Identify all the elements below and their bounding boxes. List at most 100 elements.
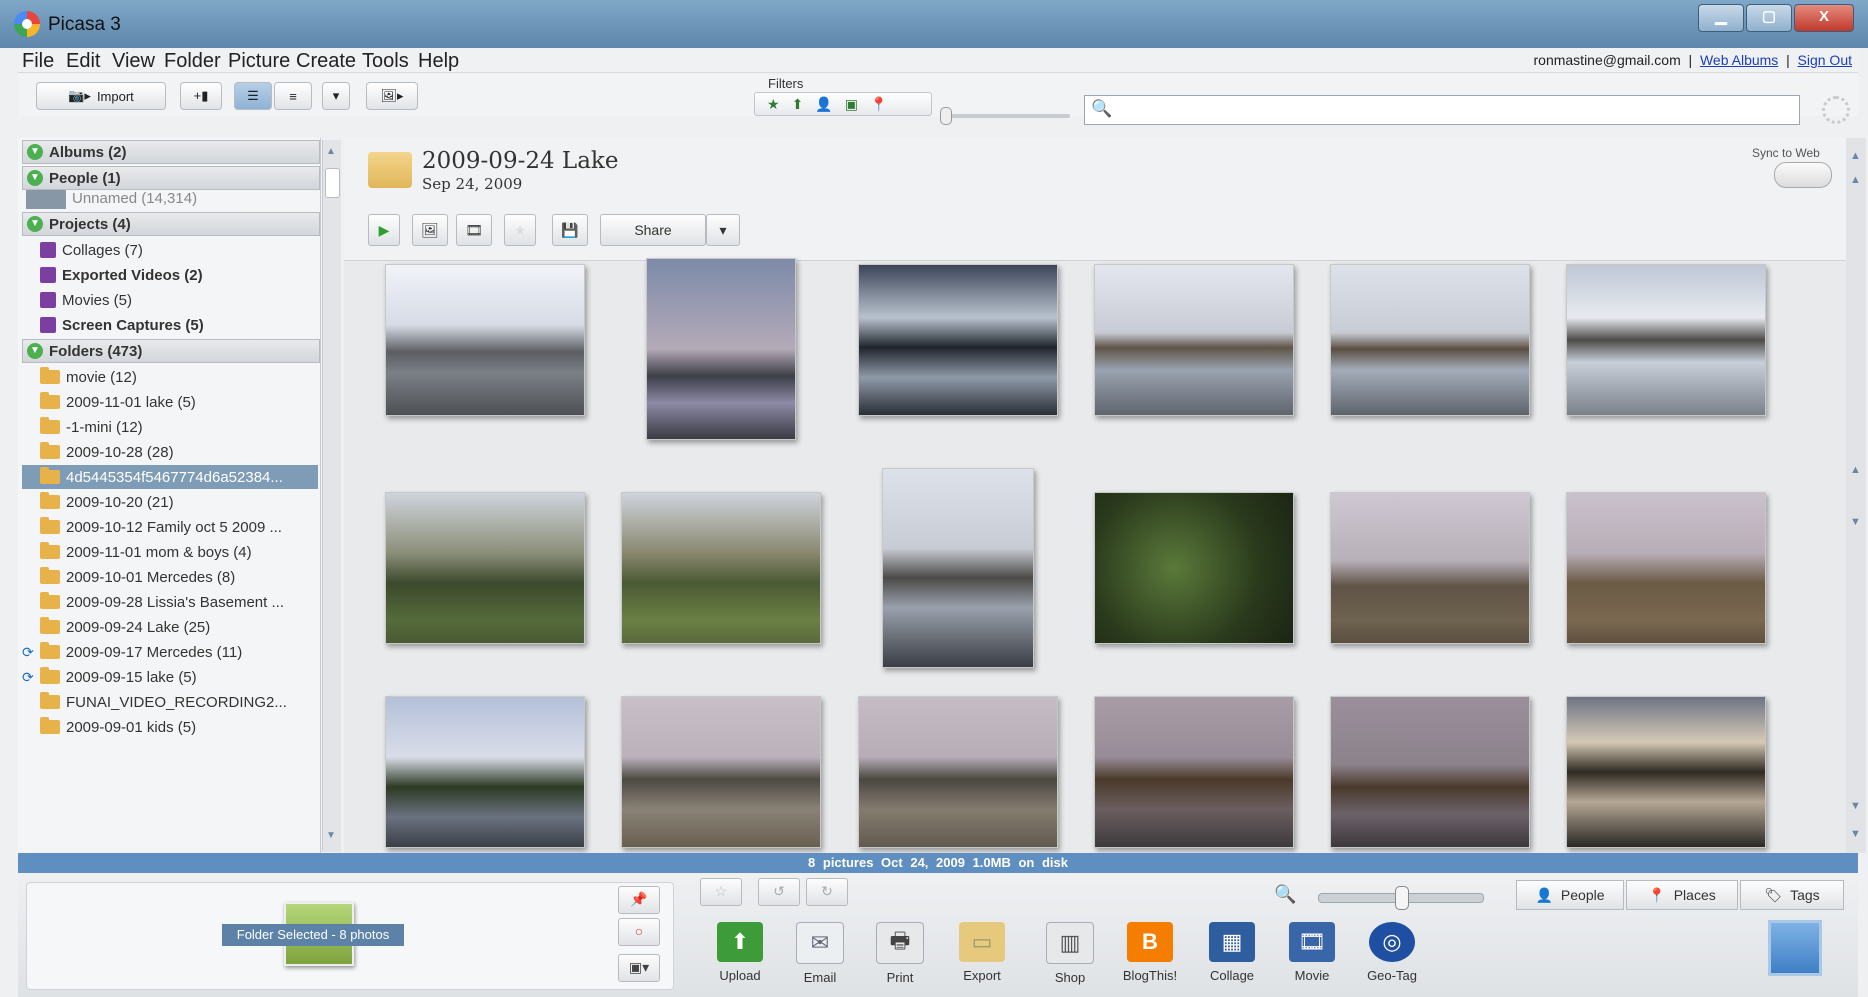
- people-section-header[interactable]: ▼ People (1): [22, 166, 320, 190]
- scroll-down-icon[interactable]: ▼: [326, 830, 336, 841]
- scroll-top-icon[interactable]: ▲: [1850, 150, 1861, 162]
- collapse-icon[interactable]: ▼: [27, 144, 43, 160]
- menu-create[interactable]: Create: [296, 50, 356, 73]
- thumbnail-size-slider[interactable]: [1318, 886, 1484, 910]
- web-albums-link[interactable]: Web Albums: [1700, 52, 1778, 68]
- hold-pin-button[interactable]: 📌: [618, 886, 660, 914]
- project-item[interactable]: Screen Captures (5): [40, 313, 204, 337]
- maximize-button[interactable]: ▢: [1746, 4, 1792, 32]
- clear-button[interactable]: ○: [618, 918, 660, 946]
- places-panel-button[interactable]: 📍 Places: [1626, 880, 1738, 910]
- detail-view-button[interactable]: ≡: [274, 82, 312, 110]
- photo-thumbnail[interactable]: [646, 258, 796, 440]
- list-view-button[interactable]: ☰: [234, 82, 272, 110]
- folder-item[interactable]: 2009-10-28 (28): [40, 440, 174, 464]
- photo-thumbnail[interactable]: [1330, 264, 1530, 416]
- folder-item[interactable]: 2009-09-01 kids (5): [40, 715, 196, 739]
- movie-button[interactable]: 🎞 Movie: [1280, 922, 1344, 983]
- menu-file[interactable]: File: [22, 50, 54, 73]
- collapse-icon[interactable]: ▼: [27, 343, 43, 359]
- people-panel-button[interactable]: 👤 People: [1516, 880, 1624, 910]
- folder-item[interactable]: movie (12): [40, 365, 137, 389]
- scroll-thumb[interactable]: [325, 168, 340, 198]
- folder-item[interactable]: -1-mini (12): [40, 415, 143, 439]
- blogthis-button[interactable]: B BlogThis!: [1118, 922, 1182, 983]
- photo-thumbnail[interactable]: [1094, 264, 1294, 416]
- add-movie-button[interactable]: 🎞: [456, 214, 492, 246]
- collage-button[interactable]: ▦ Collage: [1200, 922, 1264, 983]
- rotate-left-button[interactable]: ↺: [758, 878, 800, 906]
- grid-scrollbar[interactable]: ▲ ▲ ▲ ▼ ▼ ▼: [1846, 138, 1866, 853]
- share-dropdown-button[interactable]: ▾: [706, 214, 740, 246]
- photo-thumbnail[interactable]: [1330, 492, 1530, 644]
- photo-thumbnail[interactable]: [1094, 492, 1294, 644]
- folder-item[interactable]: 2009-11-01 mom & boys (4): [40, 540, 252, 564]
- geotag-filter-icon[interactable]: 📍: [870, 96, 887, 113]
- folder-item[interactable]: 2009-10-20 (21): [40, 490, 174, 514]
- photo-thumbnail[interactable]: [621, 696, 821, 848]
- slideshow-view-button[interactable]: 🖼▸: [366, 82, 418, 110]
- tags-panel-button[interactable]: 🏷 Tags: [1740, 880, 1844, 910]
- page-down-icon[interactable]: ▼: [1850, 516, 1861, 528]
- sidebar-scrollbar[interactable]: ▲ ▼: [322, 140, 341, 852]
- menu-edit[interactable]: Edit: [66, 50, 100, 73]
- photo-thumbnail[interactable]: [858, 264, 1058, 416]
- rotate-right-button[interactable]: ↻: [806, 878, 848, 906]
- folder-item[interactable]: 2009-09-28 Lissia's Basement ...: [40, 590, 284, 614]
- play-slideshow-button[interactable]: ▶: [368, 214, 400, 246]
- menu-folder[interactable]: Folder: [164, 50, 221, 73]
- sign-out-link[interactable]: Sign Out: [1798, 52, 1852, 68]
- photo-thumbnail[interactable]: [1566, 696, 1766, 848]
- save-button[interactable]: 💾: [552, 214, 588, 246]
- photo-thumbnail[interactable]: [385, 492, 585, 644]
- project-item[interactable]: Movies (5): [40, 288, 132, 312]
- photo-thumbnail[interactable]: [621, 492, 821, 644]
- search-box[interactable]: 🔍: [1084, 95, 1800, 125]
- folder-item[interactable]: 2009-09-24 Lake (25): [40, 615, 210, 639]
- export-button[interactable]: ▭ Export: [950, 922, 1014, 983]
- folder-item[interactable]: FUNAI_VIDEO_RECORDING2...: [40, 690, 287, 714]
- albums-section-header[interactable]: ▼ Albums (2): [22, 140, 320, 164]
- share-button[interactable]: Share: [600, 214, 706, 246]
- project-item[interactable]: Collages (7): [40, 238, 143, 262]
- project-item[interactable]: Exported Videos (2): [40, 263, 203, 287]
- scroll-up-icon[interactable]: ▲: [1850, 174, 1861, 186]
- star-button[interactable]: ★: [504, 214, 536, 246]
- date-filter-slider[interactable]: [940, 107, 1070, 125]
- add-to-album-dropdown[interactable]: ▣▾: [618, 954, 660, 982]
- upload-filter-icon[interactable]: ⬆: [792, 96, 804, 113]
- photo-thumbnail[interactable]: [1330, 696, 1530, 848]
- geo-tag-button[interactable]: ◎ Geo-Tag: [1360, 922, 1424, 983]
- menu-picture[interactable]: Picture: [228, 50, 290, 73]
- folder-item-selected[interactable]: 4d5445354f5467774d6a52384...: [22, 465, 318, 489]
- close-button[interactable]: X: [1794, 4, 1854, 32]
- photo-thumbnail[interactable]: [1566, 492, 1766, 644]
- folder-item[interactable]: ⟳ 2009-09-17 Mercedes (11): [22, 640, 242, 664]
- scroll-down-icon[interactable]: ▼: [1850, 800, 1861, 812]
- minimize-button[interactable]: ▁: [1698, 4, 1744, 32]
- sync-to-web-toggle[interactable]: [1774, 162, 1832, 188]
- add-to-album-button[interactable]: +▮: [180, 82, 222, 110]
- import-button[interactable]: 📷▸ Import: [36, 82, 166, 110]
- person-filter-icon[interactable]: 👤: [815, 96, 832, 113]
- menu-tools[interactable]: Tools: [362, 50, 409, 73]
- photo-thumbnail[interactable]: [858, 696, 1058, 848]
- folder-item[interactable]: 2009-10-01 Mercedes (8): [40, 565, 235, 589]
- slider-knob[interactable]: [1395, 886, 1409, 910]
- photo-thumbnail[interactable]: [882, 468, 1034, 668]
- photo-thumbnail[interactable]: [385, 696, 585, 848]
- expand-tray-icon[interactable]: [1768, 920, 1822, 976]
- folder-item[interactable]: ⟳ 2009-09-15 lake (5): [22, 665, 197, 689]
- email-button[interactable]: ✉ Email: [788, 922, 852, 985]
- menu-help[interactable]: Help: [418, 50, 459, 73]
- upload-button[interactable]: ⬆ Upload: [708, 922, 772, 983]
- view-dropdown-button[interactable]: ▾: [322, 82, 350, 110]
- collapse-icon[interactable]: ▼: [27, 216, 43, 232]
- scroll-up-icon[interactable]: ▲: [326, 146, 336, 157]
- photo-thumbnail[interactable]: [1566, 264, 1766, 416]
- projects-section-header[interactable]: ▼ Projects (4): [22, 212, 320, 236]
- photo-thumbnail[interactable]: [385, 264, 585, 416]
- movie-filter-icon[interactable]: ▣: [845, 96, 858, 113]
- folder-item[interactable]: 2009-10-12 Family oct 5 2009 ...: [40, 515, 282, 539]
- add-photo-button[interactable]: 🖼: [412, 214, 448, 246]
